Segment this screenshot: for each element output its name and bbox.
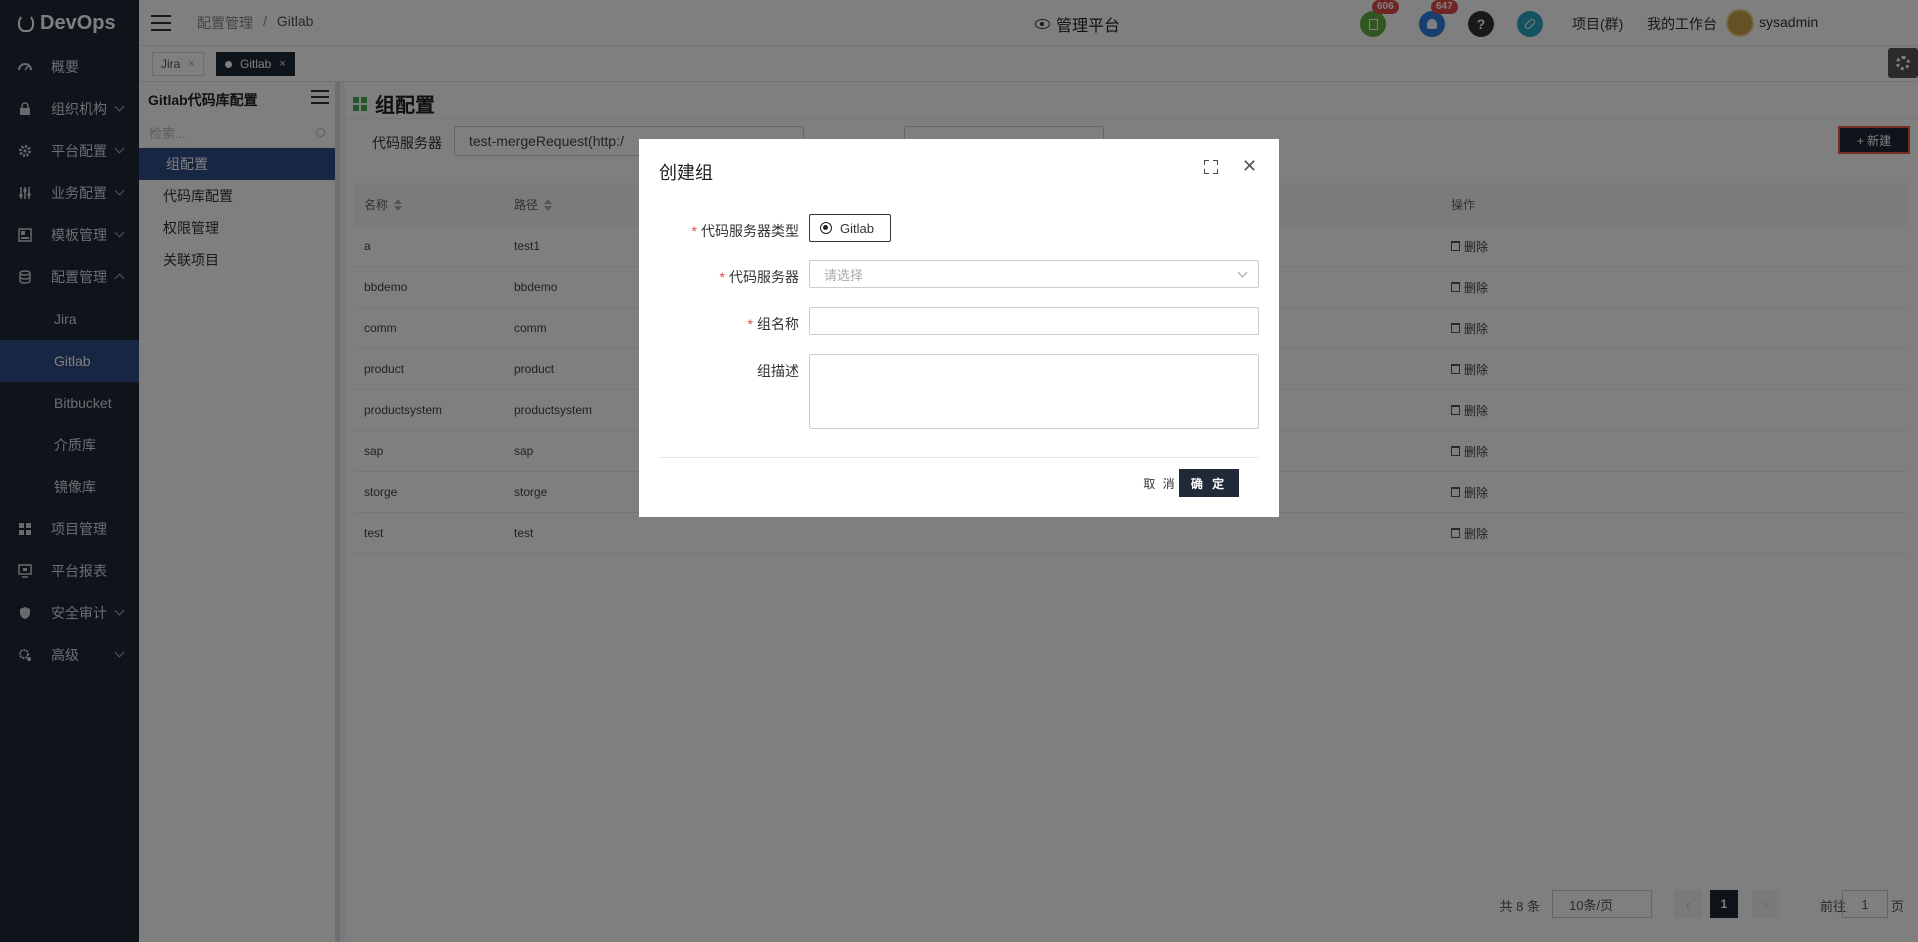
dialog-title: 创建组 <box>659 163 713 183</box>
create-group-dialog: 创建组 ✕ * 代码服务器类型 Gitlab * 代码服务器 请选择 * 组名称 组描… <box>639 139 1279 517</box>
close-icon[interactable]: ✕ <box>1242 156 1257 177</box>
dialog-divider <box>659 457 1259 458</box>
group-desc-label: 组描述 <box>757 363 799 379</box>
chevron-down-icon <box>1237 267 1248 278</box>
cancel-button[interactable]: 取 消 <box>1137 469 1183 497</box>
radio-label: Gitlab <box>840 220 874 236</box>
radio-icon <box>820 222 832 234</box>
server-label: * 代码服务器 <box>719 269 799 285</box>
group-name-label: * 组名称 <box>747 316 799 332</box>
confirm-button[interactable]: 确 定 <box>1179 469 1239 497</box>
group-desc-textarea[interactable] <box>809 354 1259 429</box>
server-select[interactable]: 请选择 <box>809 260 1259 288</box>
server-placeholder: 请选择 <box>824 267 864 283</box>
server-type-radio-gitlab[interactable]: Gitlab <box>809 214 891 242</box>
group-name-input[interactable] <box>809 307 1259 335</box>
fullscreen-icon[interactable] <box>1204 160 1218 174</box>
server-type-label: * 代码服务器类型 <box>691 223 799 239</box>
